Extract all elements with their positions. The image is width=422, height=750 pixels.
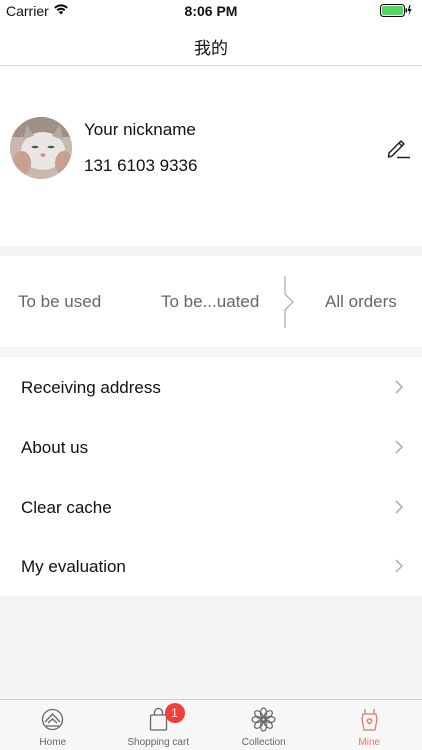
battery-icon bbox=[380, 4, 412, 17]
tab-label: Home bbox=[39, 737, 67, 748]
tab-shopping-cart[interactable]: 1 Shopping cart bbox=[106, 700, 212, 750]
tab-label: Mine bbox=[358, 737, 381, 748]
apron-icon bbox=[360, 709, 378, 731]
settings-menu: Receiving address About us Clear cache M… bbox=[0, 357, 422, 596]
menu-item-label: Receiving address bbox=[21, 378, 161, 397]
tab-label: Collection bbox=[241, 737, 286, 748]
menu-item-receiving-address[interactable]: Receiving address bbox=[0, 357, 422, 417]
status-bar: Carrier 8:06 PM bbox=[0, 0, 422, 22]
menu-item-clear-cache[interactable]: Clear cache bbox=[0, 477, 422, 537]
home-icon bbox=[41, 708, 64, 731]
order-tabs: To be used To be...uated All orders bbox=[0, 256, 422, 347]
tab-mine[interactable]: Mine bbox=[317, 700, 422, 750]
tab-home[interactable]: Home bbox=[0, 700, 106, 750]
clock: 8:06 PM bbox=[184, 3, 238, 19]
tab-to-be-evaluated[interactable]: To be...uated bbox=[161, 292, 259, 312]
page-title: 我的 bbox=[194, 39, 228, 59]
edit-pencil-icon[interactable] bbox=[386, 136, 412, 160]
menu-item-label: My evaluation bbox=[21, 557, 126, 577]
cart-badge: 1 bbox=[164, 703, 185, 723]
tab-to-be-used[interactable]: To be used bbox=[18, 292, 101, 312]
navigation-bar: 我的 bbox=[0, 22, 422, 66]
tab-all-orders[interactable]: All orders bbox=[325, 292, 397, 312]
chevron-right-icon bbox=[395, 440, 403, 454]
nickname-label: Your nickname bbox=[84, 120, 196, 139]
chevron-right-icon bbox=[395, 499, 403, 514]
arrow-separator-icon bbox=[284, 276, 294, 328]
phone-number: 131 6103 9336 bbox=[84, 156, 198, 175]
chevron-right-icon bbox=[395, 559, 403, 573]
chevron-right-icon bbox=[395, 380, 403, 394]
avatar[interactable] bbox=[10, 117, 72, 179]
menu-item-about-us[interactable]: About us bbox=[0, 417, 422, 477]
tab-collection[interactable]: Collection bbox=[211, 700, 317, 750]
menu-item-label: About us bbox=[21, 437, 89, 457]
cat-photo-icon bbox=[10, 117, 72, 179]
profile-card: Your nickname 131 6103 9336 bbox=[0, 66, 422, 246]
flower-icon bbox=[251, 707, 276, 732]
menu-item-label: Clear cache bbox=[21, 497, 112, 517]
tab-label: Shopping cart bbox=[127, 737, 190, 748]
tab-bar: Home 1 Shopping cart Collection Mine bbox=[0, 699, 422, 750]
menu-item-my-evaluation[interactable]: My evaluation bbox=[0, 536, 422, 596]
